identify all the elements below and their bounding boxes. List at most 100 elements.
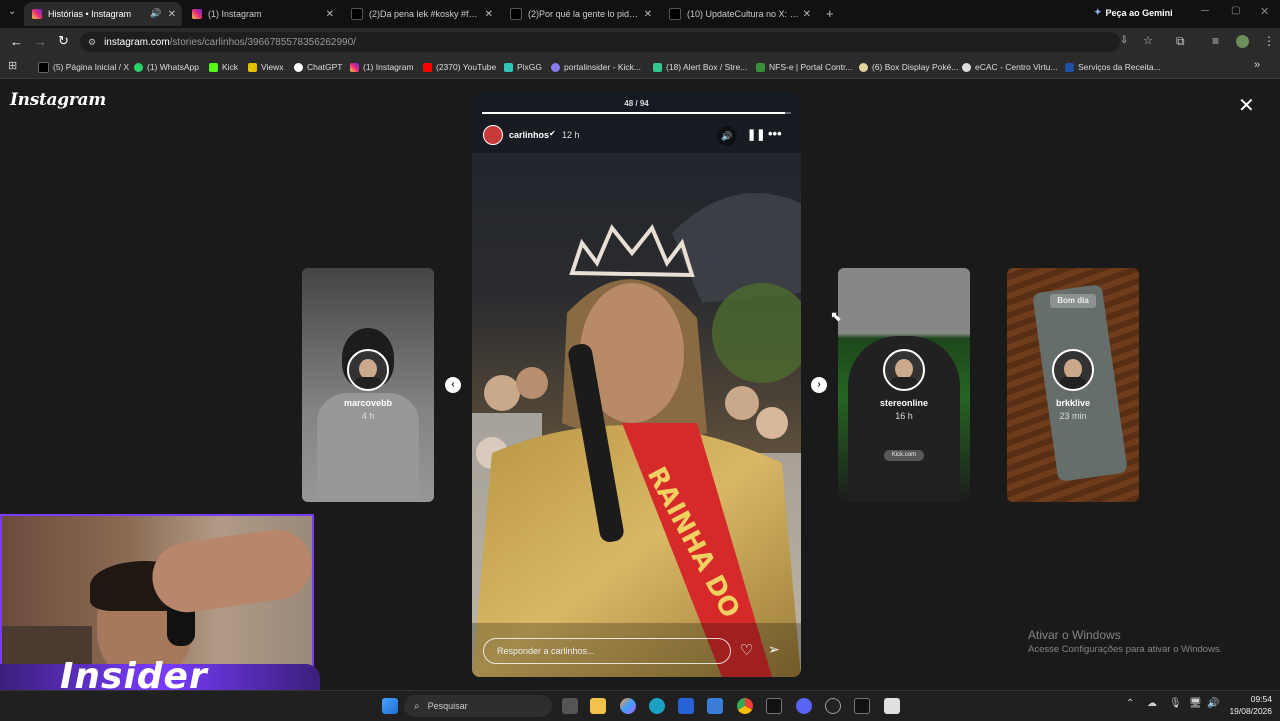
story-username: brkklive	[1055, 398, 1091, 408]
story-counter: 48 / 94	[624, 99, 649, 108]
instagram-logo[interactable]: Instagram	[10, 90, 106, 110]
microphone-icon[interactable]: 🎙	[1169, 698, 1182, 709]
story-author-avatar[interactable]	[483, 125, 503, 145]
tray-chevron-icon[interactable]: ⌃	[1126, 698, 1134, 709]
tab-tiktok-2[interactable]: (2)Por qué la gente lo pide, Par... ✕	[502, 2, 658, 26]
install-app-icon[interactable]: ⇩	[1120, 35, 1128, 46]
mute-button[interactable]: 🔊	[717, 126, 737, 146]
tray-app-icon[interactable]: ☁	[1147, 698, 1157, 709]
copilot-icon[interactable]	[620, 698, 636, 714]
story-time: 4 h	[361, 411, 375, 421]
bookmark-label: eCAC - Centro Virtu...	[975, 62, 1058, 72]
site-info-icon[interactable]: ⚙	[88, 37, 96, 48]
address-bar[interactable]: ⚙ instagram.com /stories/carlinhos/39667…	[80, 32, 1153, 52]
nfse-icon	[756, 62, 765, 72]
capcut-icon[interactable]	[766, 698, 782, 714]
chatgpt-icon	[294, 62, 303, 72]
clock-time[interactable]: 09:54	[1228, 694, 1272, 704]
reload-icon[interactable]: ↻	[58, 33, 69, 49]
windows-activation-title: Ativar o Windows	[1028, 628, 1121, 642]
search-icon: ⌕	[414, 700, 420, 712]
bookmark-portalinsider[interactable]: portalinsider - Kick...	[551, 60, 641, 74]
bookmark-alertbox[interactable]: (18) Alert Box / Stre...	[653, 60, 747, 74]
clock-date[interactable]: 19/08/2026	[1224, 706, 1272, 716]
close-tab-icon[interactable]: ✕	[803, 9, 811, 20]
tab-search-chevron-icon[interactable]: ⌄	[8, 6, 16, 17]
browser-menu-icon[interactable]: ⋮	[1263, 34, 1275, 48]
gemini-button[interactable]: ✦ Peça ao Gemini	[1094, 7, 1173, 18]
previous-story-button[interactable]: ‹	[445, 377, 461, 393]
bookmark-viewx[interactable]: Viewx	[248, 60, 284, 74]
close-tab-icon[interactable]: ✕	[168, 9, 176, 20]
story-author-name[interactable]: carlinhos	[509, 130, 549, 140]
bookmark-instagram[interactable]: (1) Instagram	[350, 60, 414, 74]
like-icon[interactable]: ♡	[740, 641, 753, 659]
next-story-button[interactable]: ›	[811, 377, 827, 393]
task-view-icon[interactable]	[562, 698, 578, 714]
bookmark-youtube[interactable]: (2370) YouTube	[423, 60, 496, 74]
maximize-icon[interactable]: ▢	[1231, 5, 1240, 16]
url-path: /stories/carlinhos/3966785578356262990/	[169, 36, 356, 48]
tab-title: (2)Da pena lek #kosky #fontin...	[369, 9, 481, 19]
tab-title: (1) Instagram	[208, 9, 262, 19]
capcut-icon-2[interactable]	[854, 698, 870, 714]
tab-instagram-stories[interactable]: Histórias • Instagram 🔊 ✕	[24, 2, 182, 26]
close-tab-icon[interactable]: ✕	[326, 9, 334, 20]
profile-avatar[interactable]	[1236, 35, 1249, 48]
windows-start-icon[interactable]	[382, 698, 398, 714]
new-tab-icon[interactable]: +	[826, 6, 834, 21]
volume-icon[interactable]: 🔊	[1207, 698, 1219, 709]
active-story[interactable]: RAINHA DO 48 / 94 carlinhos ✔ 12 h 🔊 ❚❚ …	[472, 93, 801, 677]
close-stories-icon[interactable]: ✕	[1238, 93, 1255, 118]
bookmark-label: portalinsider - Kick...	[564, 62, 641, 72]
chrome-icon[interactable]	[737, 698, 753, 714]
discord-icon[interactable]	[796, 698, 812, 714]
store-icon[interactable]	[678, 698, 694, 714]
pause-icon[interactable]: ❚❚	[747, 128, 765, 141]
tab-instagram[interactable]: (1) Instagram ✕	[184, 2, 340, 26]
extensions-icon[interactable]: ⧉	[1176, 34, 1185, 49]
apps-grid-icon[interactable]: ⊞	[8, 59, 17, 72]
bookmark-chatgpt[interactable]: ChatGPT	[294, 60, 342, 74]
bookmark-pixgg[interactable]: PixGG	[504, 60, 542, 74]
more-bookmarks-icon[interactable]: »	[1254, 59, 1260, 71]
side-story-brkklive[interactable]: Bom dia brkklive 23 min	[1007, 268, 1139, 502]
bookmark-receita[interactable]: Serviços da Receita...	[1065, 60, 1161, 74]
file-explorer-icon[interactable]	[590, 698, 606, 714]
more-options-icon[interactable]: •••	[768, 126, 782, 141]
vpn-icon[interactable]	[707, 698, 723, 714]
close-tab-icon[interactable]: ✕	[485, 9, 493, 20]
x-logo-icon	[38, 61, 49, 73]
edge-icon[interactable]	[649, 698, 665, 714]
back-icon[interactable]: ←	[10, 34, 23, 49]
snipping-tool-icon[interactable]	[884, 698, 900, 714]
bookmark-x[interactable]: (5) Página Inicial / X	[38, 60, 129, 74]
obs-icon[interactable]	[825, 698, 841, 714]
reply-input[interactable]: Responder a carlinhos...	[483, 638, 731, 664]
minimize-icon[interactable]: ─	[1201, 5, 1209, 17]
instagram-icon	[192, 9, 202, 19]
speaker-icon[interactable]: 🔊	[150, 8, 161, 19]
ecac-icon	[962, 62, 971, 72]
media-controls-icon[interactable]: ≡	[1212, 34, 1219, 48]
side-story-marcovebb[interactable]: marcovebb 4 h	[302, 268, 434, 502]
side-story-stereonline[interactable]: stereonline 16 h Kick.com	[838, 268, 970, 502]
kick-badge: Kick.com	[884, 450, 924, 461]
close-tab-icon[interactable]: ✕	[644, 9, 652, 20]
bookmark-star-icon[interactable]: ☆	[1143, 34, 1153, 47]
network-icon[interactable]: 🖥	[1189, 698, 1202, 709]
taskbar-search[interactable]: ⌕ Pesquisar	[404, 695, 552, 717]
tab-tiktok-1[interactable]: (2)Da pena lek #kosky #fontin... ✕	[343, 2, 499, 26]
forward-icon[interactable]: →	[34, 34, 47, 49]
bookmark-label: (18) Alert Box / Stre...	[666, 62, 748, 72]
bom-dia-sticker: Bom dia	[1050, 294, 1096, 308]
bookmark-whatsapp[interactable]: (1) WhatsApp	[134, 60, 199, 74]
bookmark-kick[interactable]: Kick	[209, 60, 238, 74]
send-icon[interactable]: ➢	[768, 641, 780, 658]
bookmark-box-display[interactable]: (6) Box Display Poké...	[859, 60, 958, 74]
bookmark-nfse[interactable]: NFS-e | Portal Contr...	[756, 60, 852, 74]
close-window-icon[interactable]: ✕	[1260, 5, 1269, 18]
tab-x[interactable]: (10) UpdateCultura no X: "May... ✕	[661, 2, 817, 26]
story-image: RAINHA DO	[472, 93, 801, 677]
bookmark-ecac[interactable]: eCAC - Centro Virtu...	[962, 60, 1058, 74]
